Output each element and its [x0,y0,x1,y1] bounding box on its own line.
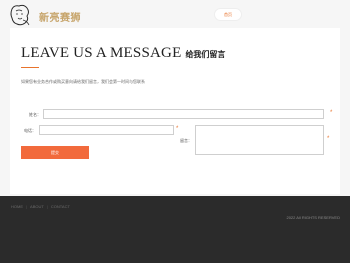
name-field[interactable] [43,109,324,119]
message-textarea[interactable] [195,125,324,155]
footer-separator: | [46,204,48,209]
name-label: 姓名： [29,112,41,117]
copyright-text: 2022 All RIGHTS RESERVED [286,215,340,220]
name-required-mark: * [330,110,333,116]
brand-name: 新亮赛狮 [39,13,81,24]
phone-required-mark: * [176,126,179,132]
phone-field[interactable] [39,125,174,135]
title-divider [21,67,39,68]
submit-button[interactable]: 提交 [21,146,89,159]
lion-logo-icon[interactable] [8,3,33,28]
footer-link-contact[interactable]: CONTACT [51,204,70,209]
footer-nav: HOME | ABOUT | CONTACT [11,204,70,209]
page-title-en: LEAVE US A MESSAGE [21,45,182,61]
message-card: LEAVE US A MESSAGE 给我们留言 如果您有业务合作或购买意向请给我… [10,28,340,194]
home-button[interactable]: 首页 [214,8,242,21]
footer-link-about[interactable]: ABOUT [30,204,44,209]
site-footer: HOME | ABOUT | CONTACT 2022 All RIGHTS RESER… [0,196,350,263]
site-header: 新亮赛狮 首页 [0,0,350,30]
message-required-mark: * [327,136,330,142]
page-title-cn: 给我们留言 [185,49,226,59]
page-subtitle: 如果您有业务合作或购买意向请给我们留言，我们会第一时间与您联系 [21,79,145,84]
page-title: LEAVE US A MESSAGE 给我们留言 [21,44,225,62]
footer-link-home[interactable]: HOME [11,204,23,209]
footer-separator: | [26,204,28,209]
message-label: 留言： [180,138,192,143]
phone-label: 电话： [24,128,36,133]
